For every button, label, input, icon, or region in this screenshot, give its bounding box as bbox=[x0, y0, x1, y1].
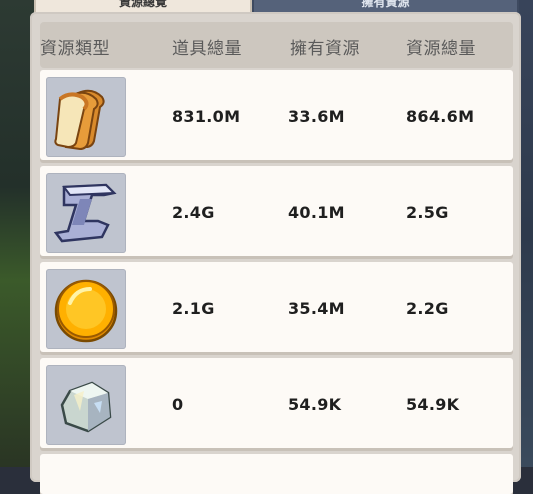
table-row: 2.4G 40.1M 2.5G bbox=[40, 166, 513, 256]
total-value: 54.9K bbox=[406, 395, 460, 414]
bread-icon bbox=[54, 89, 105, 151]
table-row: 831.0M 33.6M 864.6M bbox=[40, 70, 513, 160]
column-header-total: 資源總量 bbox=[406, 39, 476, 59]
gold-coin-icon bbox=[54, 279, 118, 343]
resource-icon-slot bbox=[46, 269, 126, 349]
owned-value: 35.4M bbox=[288, 299, 345, 318]
resource-panel: 資源類型 道具總量 擁有資源 資源總量 831.0M 33.6M 864.6M bbox=[30, 12, 521, 494]
table-row: 2.1G 35.4M 2.2G bbox=[40, 262, 513, 352]
tab-label: 擁有資源 bbox=[361, 0, 410, 9]
total-value: 2.5G bbox=[406, 203, 449, 222]
total-value: 864.6M bbox=[406, 107, 475, 126]
owned-value: 40.1M bbox=[288, 203, 345, 222]
background-left bbox=[0, 0, 34, 467]
column-header-item-total: 道具總量 bbox=[172, 39, 242, 59]
background-right bbox=[519, 0, 533, 467]
item-total-value: 0 bbox=[172, 395, 184, 414]
column-header-owned: 擁有資源 bbox=[290, 39, 360, 59]
resource-icon-slot bbox=[46, 365, 126, 445]
total-value: 2.2G bbox=[406, 299, 449, 318]
item-total-value: 831.0M bbox=[172, 107, 241, 126]
item-total-value: 2.4G bbox=[172, 203, 215, 222]
table-row: 0 54.9K 54.9K bbox=[40, 358, 513, 448]
owned-value: 33.6M bbox=[288, 107, 345, 126]
stone-icon bbox=[60, 381, 112, 433]
owned-value: 54.9K bbox=[288, 395, 342, 414]
table-header: 資源類型 道具總量 擁有資源 資源總量 bbox=[40, 22, 513, 68]
table-row bbox=[40, 454, 513, 494]
resource-icon-slot bbox=[46, 173, 126, 253]
iron-ingot-icon bbox=[53, 183, 117, 243]
column-header-resource-type: 資源類型 bbox=[40, 39, 110, 59]
resource-icon-slot bbox=[46, 77, 126, 157]
tab-label: 資源總覽 bbox=[118, 0, 167, 9]
item-total-value: 2.1G bbox=[172, 299, 215, 318]
